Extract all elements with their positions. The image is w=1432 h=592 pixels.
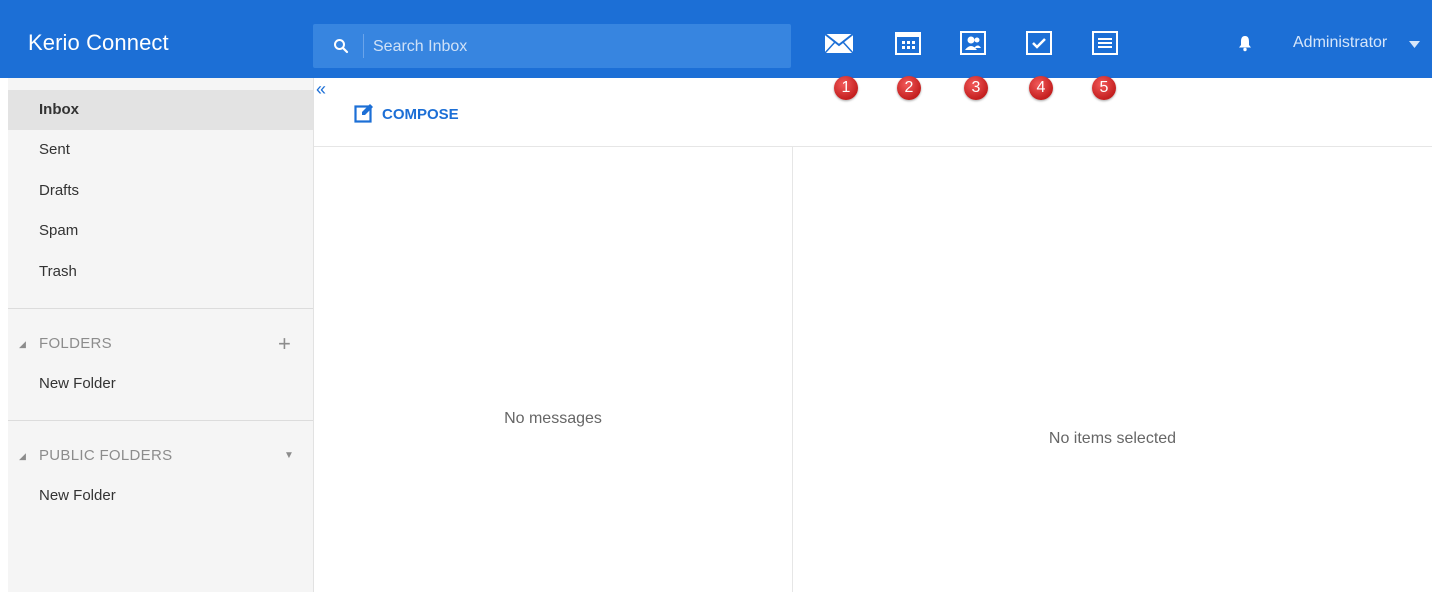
sidebar-item-public-new-folder[interactable]: New Folder [8, 476, 313, 516]
sidebar: Inbox Sent Drafts Spam Trash ◢ FOLDERS +… [8, 78, 314, 592]
search-icon [334, 39, 349, 54]
bell-icon[interactable] [1237, 34, 1253, 52]
chevron-down-icon[interactable]: ▼ [284, 436, 294, 476]
search-box[interactable] [313, 24, 791, 68]
sidebar-divider [8, 420, 313, 421]
user-menu[interactable]: Administrator [1293, 34, 1387, 52]
public-folders-section-header[interactable]: ◢ PUBLIC FOLDERS ▼ [8, 436, 313, 476]
search-input[interactable] [371, 34, 775, 60]
calendar-icon[interactable] [893, 28, 923, 58]
message-list-empty: No messages [504, 410, 602, 427]
sidebar-item-drafts[interactable]: Drafts [8, 171, 313, 211]
contacts-icon[interactable] [958, 28, 988, 58]
collapse-triangle-icon[interactable]: ◢ [19, 324, 26, 364]
sidebar-item-trash[interactable]: Trash [8, 252, 313, 292]
pane-divider[interactable] [792, 147, 793, 592]
sidebar-divider [8, 308, 313, 309]
collapse-sidebar-icon[interactable]: « [316, 80, 326, 98]
sidebar-item-inbox[interactable]: Inbox [8, 90, 313, 130]
preview-empty: No items selected [1048, 430, 1177, 447]
app-logo[interactable]: Kerio Connect [28, 30, 169, 56]
compose-label: COMPOSE [382, 106, 459, 123]
folders-section-header[interactable]: ◢ FOLDERS + [8, 324, 313, 364]
collapse-triangle-icon[interactable]: ◢ [19, 436, 26, 476]
tasks-icon[interactable] [1024, 28, 1054, 58]
mail-icon[interactable] [824, 28, 854, 58]
sidebar-item-new-folder[interactable]: New Folder [8, 364, 313, 404]
badge-3: 3 [964, 76, 988, 100]
chevron-down-icon[interactable] [1409, 41, 1420, 48]
folders-title: FOLDERS [39, 335, 112, 352]
notes-icon[interactable] [1090, 28, 1120, 58]
toolbar-divider [314, 146, 1432, 147]
public-folders-title: PUBLIC FOLDERS [39, 447, 173, 464]
top-bar: Kerio Connect Search Inbox Administrator [0, 0, 1432, 78]
sidebar-item-spam[interactable]: Spam [8, 211, 313, 251]
add-folder-icon[interactable]: + [278, 324, 291, 364]
badge-5: 5 [1092, 76, 1116, 100]
badge-1: 1 [834, 76, 858, 100]
compose-icon [354, 104, 373, 123]
badge-2: 2 [897, 76, 921, 100]
badge-4: 4 [1029, 76, 1053, 100]
sidebar-item-sent[interactable]: Sent [8, 130, 313, 170]
search-separator [363, 34, 364, 58]
